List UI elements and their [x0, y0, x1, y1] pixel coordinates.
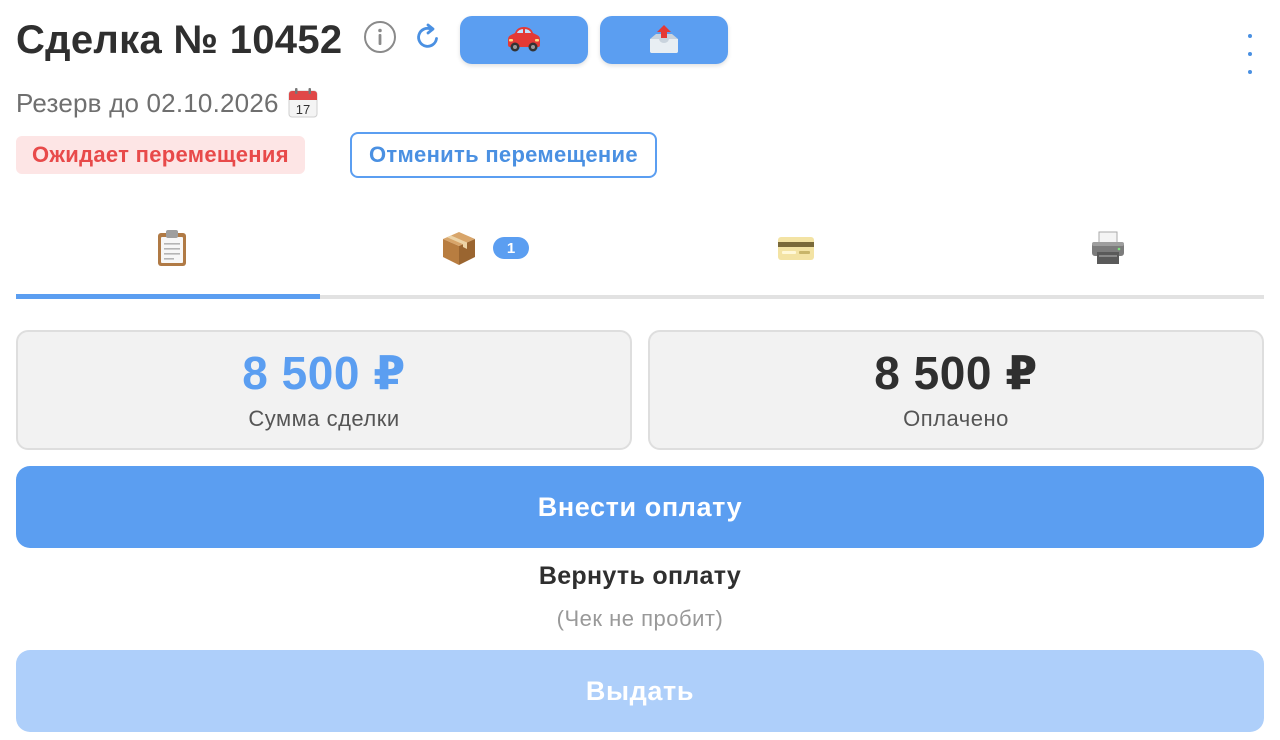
receipt-status-note: (Чек не пробит): [556, 606, 724, 631]
info-circle-icon[interactable]: [363, 20, 397, 54]
tab-products[interactable]: 1: [328, 200, 640, 296]
deal-amount-card: 8 500 ₽ Сумма сделки: [16, 330, 632, 450]
cancel-transfer-button[interactable]: Отменить перемещение: [350, 132, 657, 178]
reserve-date: Резерв до 02.10.2026: [16, 87, 279, 118]
tab-bar: 1: [16, 200, 1264, 300]
status-badge: Ожидает перемещения: [16, 136, 305, 174]
reserve-info: Резерв до 02.10.2026 17: [16, 86, 319, 120]
make-payment-button[interactable]: Внести оплату: [16, 466, 1264, 548]
refresh-icon[interactable]: [413, 22, 443, 52]
vertical-dots-icon[interactable]: [1242, 34, 1258, 74]
deal-amount-label: Сумма сделки: [248, 406, 400, 432]
paid-amount-label: Оплачено: [903, 406, 1009, 432]
credit-card-icon: [776, 228, 816, 268]
active-tab-indicator: [16, 294, 320, 299]
products-count-badge: 1: [493, 237, 529, 259]
outbox-button[interactable]: [600, 16, 728, 64]
outbox-tray-icon: [647, 23, 681, 58]
clipboard-icon: [152, 228, 192, 268]
tab-details[interactable]: [16, 200, 328, 296]
paid-amount: 8 500 ₽: [874, 346, 1038, 399]
tab-print[interactable]: [952, 200, 1264, 296]
calendar-icon[interactable]: 17: [287, 87, 319, 119]
deal-amount: 8 500 ₽: [242, 346, 406, 399]
red-car-icon: [506, 24, 542, 57]
package-icon: [439, 228, 479, 268]
page-title: Сделка № 10452: [16, 18, 343, 62]
svg-text:17: 17: [295, 102, 309, 117]
printer-icon: [1088, 228, 1128, 268]
issue-button[interactable]: Выдать: [16, 650, 1264, 732]
car-button[interactable]: [460, 16, 588, 64]
tab-payments[interactable]: [640, 200, 952, 296]
refund-payment-link[interactable]: Вернуть оплату: [0, 562, 1280, 591]
header: Сделка № 10452: [16, 16, 1264, 74]
paid-amount-card: 8 500 ₽ Оплачено: [648, 330, 1264, 450]
